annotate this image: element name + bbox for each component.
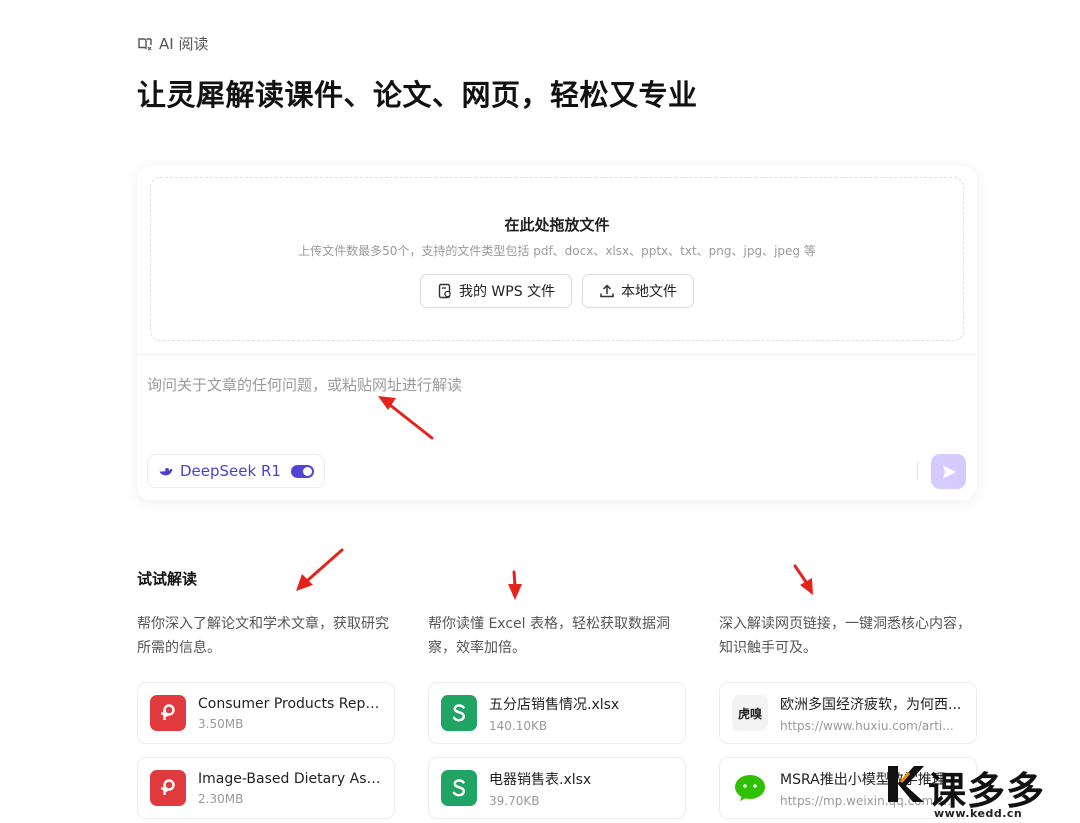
file-size: 39.70KB <box>489 793 540 808</box>
model-toggle[interactable] <box>290 464 314 478</box>
breadcrumb: AI 阅读 <box>137 33 208 54</box>
file-size: 140.10KB <box>489 718 548 733</box>
link-title: 欧洲多国经济疲软，为何西... <box>780 696 962 713</box>
pdf-icon <box>150 770 186 806</box>
composer-divider <box>137 354 977 355</box>
column-description: 帮你深入了解论文和学术文章，获取研究所需的信息。 <box>137 616 389 656</box>
toolbar-separator <box>917 462 918 480</box>
sample-file-card[interactable]: 五分店销售情况.xlsx 140.10KB <box>428 682 686 744</box>
sample-file-card[interactable]: Image-Based Dietary Ass... 2.30MB <box>137 757 395 819</box>
model-selector[interactable]: DeepSeek R1 <box>147 454 325 488</box>
file-name: 五分店销售情况.xlsx <box>489 696 620 713</box>
model-label: DeepSeek R1 <box>180 462 281 480</box>
annotation-arrow-papers <box>296 548 344 591</box>
file-name: Consumer Products Repo... <box>198 695 382 712</box>
breadcrumb-label: AI 阅读 <box>159 35 209 53</box>
try-column-webpages: 深入解读网页链接，一键洞悉核心内容，知识触手可及。 虎嗅 欧洲多国经济疲软，为何… <box>719 612 977 819</box>
question-input[interactable] <box>147 370 907 400</box>
watermark-url: www.kedd.cn <box>934 807 1023 820</box>
book-icon <box>138 37 152 50</box>
file-name: Image-Based Dietary Ass... <box>198 770 382 787</box>
column-description: 帮你读懂 Excel 表格，轻松获取数据洞察，效率加倍。 <box>428 616 670 656</box>
sample-link-card[interactable]: 虎嗅 欧洲多国经济疲软，为何西... https://www.huxiu.com… <box>719 682 977 744</box>
local-file-button[interactable]: 本地文件 <box>582 274 695 308</box>
page-title: 让灵犀解读课件、论文、网页，轻松又专业 <box>137 78 698 112</box>
try-column-papers: 帮你深入了解论文和学术文章，获取研究所需的信息。 Consumer Produc… <box>137 612 395 819</box>
my-wps-files-label: 我的 WPS 文件 <box>458 284 556 300</box>
spreadsheet-icon <box>441 695 477 731</box>
dropzone-hint: 上传文件数最多50个，支持的文件类型包括 pdf、docx、xlsx、pptx、… <box>298 244 816 258</box>
send-button[interactable] <box>931 454 966 489</box>
send-icon <box>942 465 956 478</box>
pdf-icon <box>150 695 186 731</box>
file-dropzone[interactable]: 在此处拖放文件 上传文件数最多50个，支持的文件类型包括 pdf、docx、xl… <box>150 177 964 341</box>
sample-file-card[interactable]: Consumer Products Repo... 3.50MB <box>137 682 395 744</box>
cloud-file-icon <box>438 283 451 299</box>
spreadsheet-icon <box>441 770 477 806</box>
file-name: 电器销售表.xlsx <box>489 771 592 788</box>
annotation-arrow-excel <box>508 570 522 600</box>
local-file-label: 本地文件 <box>621 284 678 300</box>
file-size: 3.50MB <box>198 716 244 731</box>
annotation-arrow-webpages <box>793 564 813 595</box>
column-description: 深入解读网页链接，一键洞悉核心内容，知识触手可及。 <box>719 616 971 656</box>
file-size: 2.30MB <box>198 791 244 806</box>
watermark-logo-icon <box>888 766 924 802</box>
wechat-icon <box>732 770 768 806</box>
watermark: 课多多 www.kedd.cn <box>884 760 1080 823</box>
sample-file-card[interactable]: 电器销售表.xlsx 39.70KB <box>428 757 686 819</box>
link-url: https://www.huxiu.com/arti... <box>780 718 954 733</box>
composer-card: 在此处拖放文件 上传文件数最多50个，支持的文件类型包括 pdf、docx、xl… <box>137 166 977 500</box>
dropzone-title: 在此处拖放文件 <box>504 216 610 234</box>
my-wps-files-button[interactable]: 我的 WPS 文件 <box>419 274 573 308</box>
deepseek-whale-icon <box>159 468 173 476</box>
huxiu-logo-text: 虎嗅 <box>737 706 762 721</box>
upload-icon <box>600 284 614 298</box>
try-section-title: 试试解读 <box>137 570 198 588</box>
try-column-excel: 帮你读懂 Excel 表格，轻松获取数据洞察，效率加倍。 五分店销售情况.xls… <box>428 612 686 819</box>
huxiu-logo-icon: 虎嗅 <box>732 695 768 731</box>
